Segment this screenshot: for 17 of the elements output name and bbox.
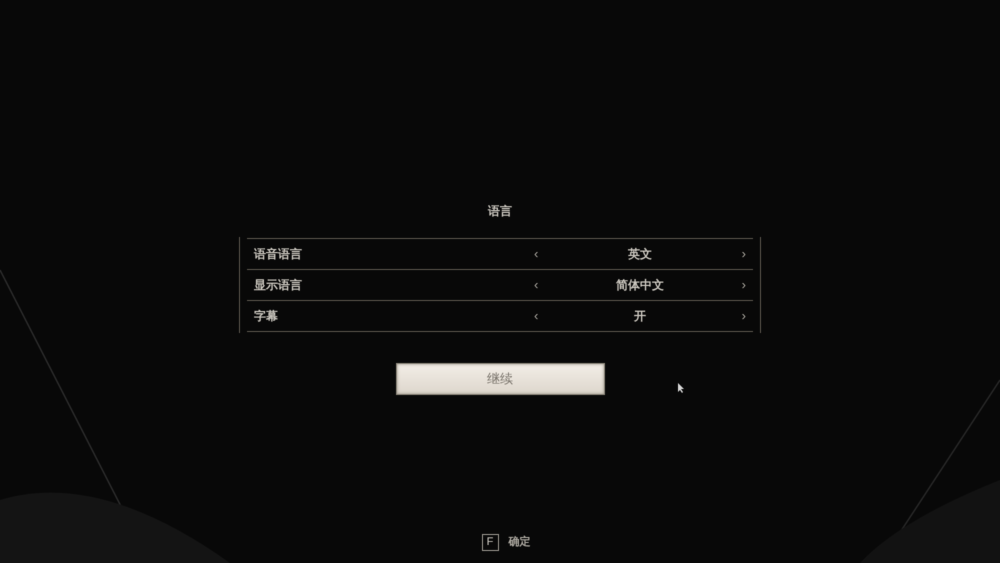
- continue-button[interactable]: 继续: [396, 363, 604, 395]
- menu-title: 语言: [488, 203, 512, 220]
- setting-label: 字幕: [254, 308, 279, 325]
- setting-label: 显示语言: [254, 277, 303, 294]
- previous-option-arrow[interactable]: ‹: [534, 306, 538, 326]
- setting-value: 开: [633, 308, 647, 325]
- setting-value: 简体中文: [615, 277, 665, 294]
- cursor-icon: [678, 383, 685, 393]
- next-option-arrow[interactable]: ›: [742, 306, 746, 326]
- confirm-label: 确定: [508, 534, 530, 550]
- previous-option-arrow[interactable]: ‹: [534, 275, 538, 295]
- setting-label: 语音语言: [254, 246, 303, 263]
- next-option-arrow[interactable]: ›: [742, 275, 746, 295]
- setting-value: 英文: [627, 246, 653, 263]
- key-hint: F: [482, 534, 498, 551]
- previous-option-arrow[interactable]: ‹: [534, 244, 538, 264]
- next-option-arrow[interactable]: ›: [742, 244, 746, 264]
